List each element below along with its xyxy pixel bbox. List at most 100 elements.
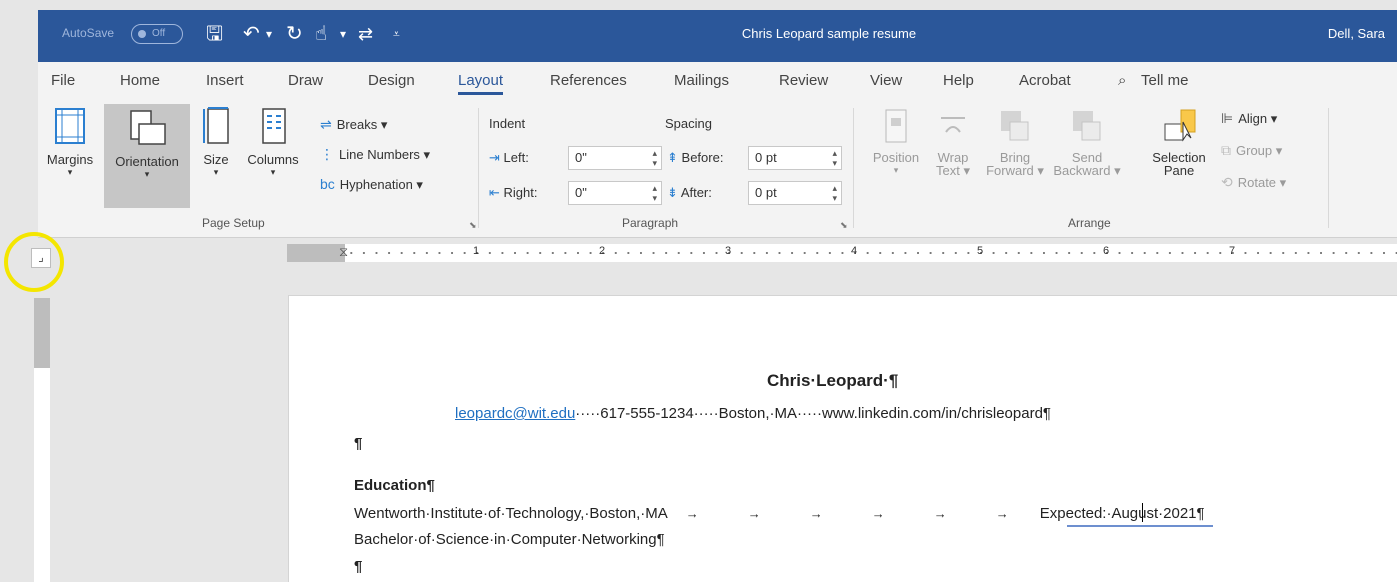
send-backward-button[interactable]: Send Backward ▾ (1050, 108, 1124, 179)
horizontal-ruler[interactable]: ⧖ △ 1 2 3 4 5 6 7 (287, 244, 1397, 262)
hyphenation-icon: bc (320, 176, 335, 192)
group-divider (853, 108, 854, 228)
align-icon: ⊫ (1221, 110, 1234, 126)
spacing-before-value: 0 pt (755, 150, 777, 165)
tab-arrow-icon: → (871, 506, 885, 521)
spin-arrows-icon[interactable]: ▴ ▾ (652, 183, 657, 203)
vertical-ruler[interactable] (34, 298, 50, 582)
spacing-before-icon: ⇞ (667, 150, 678, 165)
indent-right-text: Right: (503, 185, 538, 200)
position-icon (885, 109, 907, 143)
selection-pane-label-2: Pane (1163, 163, 1195, 178)
ruler-number: 7 (1229, 245, 1236, 257)
wrap-text-icon (941, 117, 965, 133)
selection-pane-icon (1164, 109, 1196, 142)
spacing-after-input[interactable]: 0 pt ▴ ▾ (748, 181, 842, 205)
indent-left-label: ⇥ Left: (489, 150, 529, 166)
tab-insert[interactable]: Insert (206, 72, 244, 89)
align-label: Align (1238, 111, 1268, 126)
rotate-button[interactable]: ⟲ Rotate ▾ (1221, 174, 1286, 191)
group-label: Group (1236, 143, 1273, 158)
ribbon-layout: Margins ▾ Orientation ▾ Size ▾ Columns ▾… (38, 100, 1397, 238)
margins-icon (55, 108, 85, 144)
tab-design[interactable]: Design (368, 72, 415, 89)
group-divider (1328, 108, 1329, 228)
tab-help[interactable]: Help (943, 72, 974, 89)
spin-arrows-icon[interactable]: ▴ ▾ (832, 148, 837, 168)
grammar-underline (1067, 525, 1213, 527)
breaks-icon: ⇌ (320, 116, 332, 132)
indent-left-icon: ⇥ (489, 150, 500, 165)
size-icon (203, 107, 229, 144)
bring-forward-label-2: Forward (986, 163, 1034, 178)
breaks-label: Breaks (336, 117, 378, 132)
spacing-after-value: 0 pt (755, 185, 777, 200)
group-divider (478, 108, 479, 228)
spin-arrows-icon[interactable]: ▴ ▾ (652, 148, 657, 168)
size-label: Size (203, 152, 229, 167)
word-window: AutoSave Off 🖫 ↶ ▾ ↻ ☝ ▾ ⇄ ⩡ Chris Leopa… (0, 0, 1397, 582)
tab-arrow-icon: → (747, 506, 761, 521)
tab-acrobat[interactable]: Acrobat (1019, 72, 1071, 89)
first-line-indent-marker[interactable]: ⧖ (339, 244, 348, 260)
indent-right-input[interactable]: 0" ▴ ▾ (568, 181, 662, 205)
columns-icon (262, 108, 286, 144)
ruler-number: 2 (599, 245, 606, 257)
document-page[interactable]: Chris·Leopard·¶ leopardc@wit.edu·····617… (288, 295, 1397, 582)
spacing-before-input[interactable]: 0 pt ▴ ▾ (748, 146, 842, 170)
spin-arrows-icon[interactable]: ▴ ▾ (832, 183, 837, 203)
ruler-number: 6 (1103, 245, 1110, 257)
spacing-before-label: ⇞ Before: (667, 150, 723, 166)
school-line: Wentworth·Institute·of·Technology,·Bosto… (354, 505, 1205, 522)
empty-paragraph: ¶ (354, 558, 363, 575)
education-heading: Education¶ (354, 477, 435, 494)
tab-mailings[interactable]: Mailings (674, 72, 729, 89)
indent-right-label: ⇤ Right: (489, 185, 538, 201)
position-button[interactable]: Position ▾ (866, 108, 926, 176)
expected-date: Expected:·August·2021¶ (1039, 505, 1205, 522)
orientation-icon (130, 110, 166, 145)
size-button[interactable]: Size ▾ (196, 106, 236, 178)
spacing-after-text: After: (680, 185, 712, 200)
title-bar: AutoSave Off 🖫 ↶ ▾ ↻ ☝ ▾ ⇄ ⩡ Chris Leopa… (38, 10, 1397, 62)
user-name[interactable]: Dell, Sara (1328, 26, 1385, 41)
indent-left-input[interactable]: 0" ▴ ▾ (568, 146, 662, 170)
tab-layout[interactable]: Layout (458, 72, 504, 95)
bring-forward-button[interactable]: Bring Forward ▾ (982, 108, 1048, 179)
orientation-button[interactable]: Orientation ▾ (104, 104, 190, 208)
document-title: Chris Leopard sample resume (741, 26, 917, 41)
tell-me-search[interactable]: Tell me (1141, 72, 1189, 89)
line-numbers-icon: ⋮ (320, 146, 334, 162)
email-link[interactable]: leopardc@wit.edu (455, 405, 575, 422)
paragraph-launcher-icon[interactable]: ⬊ (840, 220, 848, 231)
wrap-text-button[interactable]: Wrap Text ▾ (928, 108, 978, 179)
tab-draw[interactable]: Draw (288, 72, 323, 89)
selection-pane-button[interactable]: Selection Pane (1144, 108, 1214, 178)
rotate-label: Rotate (1237, 175, 1277, 190)
ruler-number: 5 (977, 245, 984, 257)
tab-file[interactable]: File (51, 72, 75, 89)
indent-right-icon: ⇤ (489, 185, 500, 200)
margins-button[interactable]: Margins ▾ (40, 106, 100, 178)
hyphenation-button[interactable]: bc Hyphenation ▾ (320, 176, 423, 193)
columns-label: Columns (247, 152, 299, 167)
group-button[interactable]: ⧉ Group ▾ (1221, 142, 1282, 159)
tab-references[interactable]: References (550, 72, 627, 89)
send-backward-label-2: Backward (1053, 163, 1111, 178)
columns-button[interactable]: Columns ▾ (244, 106, 302, 178)
ruler-number: 1 (473, 245, 480, 257)
tab-review[interactable]: Review (779, 72, 828, 89)
degree-line: Bachelor·of·Science·in·Computer·Networki… (354, 531, 665, 548)
margins-label: Margins (46, 152, 94, 167)
align-button[interactable]: ⊫ Align ▾ (1221, 110, 1277, 127)
search-icon[interactable]: ⌕ (1118, 72, 1126, 89)
tab-view[interactable]: View (870, 72, 902, 89)
ruler-ticks (345, 251, 1397, 255)
page-setup-launcher-icon[interactable]: ⬊ (469, 220, 477, 231)
tab-arrow-icon: → (685, 506, 699, 521)
breaks-button[interactable]: ⇌ Breaks ▾ (320, 116, 387, 133)
line-numbers-label: Line Numbers (339, 147, 420, 162)
line-numbers-button[interactable]: ⋮ Line Numbers ▾ (320, 146, 430, 163)
tab-home[interactable]: Home (120, 72, 160, 89)
spacing-after-icon: ⇟ (667, 185, 678, 200)
